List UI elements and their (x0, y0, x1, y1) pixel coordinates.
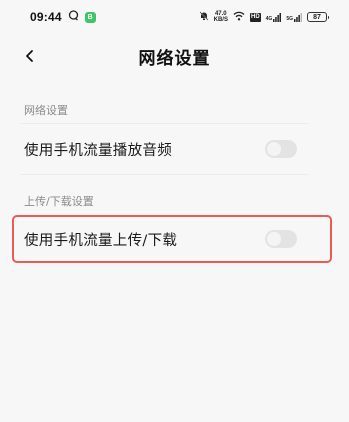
setting-row-audio-cellular: 使用手机流量播放音频 (20, 124, 309, 174)
back-button[interactable] (18, 44, 42, 68)
signal-icon-2: 5G (286, 12, 302, 22)
signal-label-2: 5G (286, 15, 293, 22)
section-header-upload-download: 上传/下载设置 (24, 195, 94, 208)
toggle-knob (267, 142, 281, 156)
status-bar: 09:44 B 47.0 KB/S HD 4G 5G 87 (0, 0, 349, 34)
net-speed: 47.0 KB/S (214, 11, 228, 23)
setting-row-upload-download-cellular: 使用手机流量上传/下载 (20, 214, 309, 264)
net-speed-unit: KB/S (213, 17, 228, 23)
setting-label-audio-cellular: 使用手机流量播放音频 (24, 142, 172, 159)
battery-level: 87 (313, 13, 321, 21)
setting-label-upload-download-cellular: 使用手机流量上传/下载 (24, 232, 178, 249)
chat-bubble-icon (68, 8, 79, 26)
toggle-audio-cellular[interactable] (265, 140, 297, 158)
status-left: 09:44 B (30, 8, 96, 26)
battery-icon: 87 (307, 12, 329, 22)
signal-icon-1: 4G (265, 12, 282, 22)
toggle-upload-download-cellular[interactable] (265, 230, 297, 248)
status-time: 09:44 (30, 10, 62, 24)
signal-label-1: 4G (265, 15, 273, 22)
status-icons: 47.0 KB/S HD 4G 5G 87 (199, 8, 329, 26)
section-header-network: 网络设置 (24, 104, 68, 117)
nav-bar: 网络设置 (0, 34, 349, 78)
hd-badge: HD (249, 12, 261, 22)
toggle-knob (267, 232, 281, 246)
app-badge-icon: B (84, 11, 96, 23)
divider (20, 174, 309, 175)
chevron-left-icon (26, 50, 33, 62)
do-not-disturb-bell-icon (199, 8, 209, 26)
wifi-icon (233, 8, 245, 26)
page-title: 网络设置 (138, 48, 211, 69)
